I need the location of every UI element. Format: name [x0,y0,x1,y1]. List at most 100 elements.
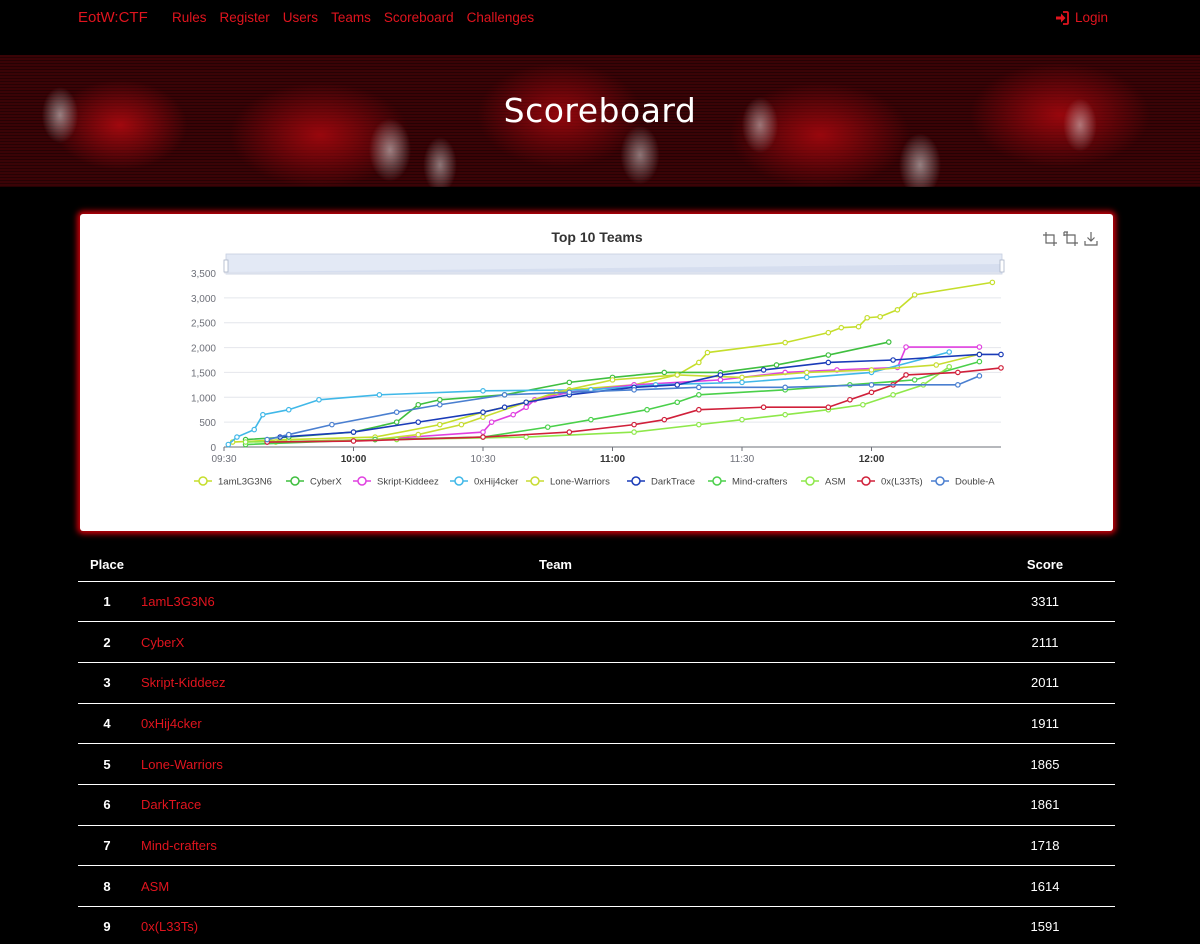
data-point[interactable] [890,357,896,363]
data-point[interactable] [782,384,788,391]
data-point[interactable] [674,399,681,406]
series-1amL3G3N6[interactable] [229,279,996,445]
data-point[interactable] [566,389,573,396]
data-point[interactable] [661,416,668,423]
data-point[interactable] [739,379,745,386]
data-point[interactable] [393,409,400,416]
data-point[interactable] [976,344,983,350]
data-point[interactable] [739,374,745,381]
data-point[interactable] [903,344,909,350]
data-point[interactable] [890,392,896,398]
team-link[interactable]: CyberX [136,635,184,650]
data-point[interactable] [760,367,767,373]
data-point[interactable] [316,396,322,403]
data-point[interactable] [437,401,443,408]
data-point[interactable] [588,416,594,423]
data-point[interactable] [480,409,486,416]
legend-item[interactable]: Lone-Warriors [526,476,610,488]
data-point[interactable] [847,396,853,403]
data-point[interactable] [868,382,875,388]
data-point[interactable] [976,358,983,365]
data-point[interactable] [480,434,486,440]
data-point[interactable] [717,377,724,383]
data-point[interactable] [234,434,240,440]
legend-item[interactable]: Mind-crafters [708,476,788,488]
data-point[interactable] [696,384,702,391]
nav-link-challenges[interactable]: Challenges [467,10,535,25]
data-point[interactable] [864,314,870,321]
team-link[interactable]: 0xHij4cker [136,716,202,731]
data-point[interactable] [329,421,335,428]
data-point[interactable] [251,426,258,433]
data-point[interactable] [825,329,832,336]
login-link[interactable]: Login [1055,10,1108,25]
team-link[interactable]: Lone-Warriors [136,757,223,772]
data-point[interactable] [631,387,637,393]
data-point[interactable] [631,429,637,435]
team-link[interactable]: ASM [136,879,169,894]
data-point[interactable] [976,373,983,379]
data-point[interactable] [877,313,883,320]
data-point[interactable] [523,404,529,411]
legend-item[interactable]: Skript-Kiddeez [353,476,439,488]
data-point[interactable] [285,431,292,438]
data-point[interactable] [674,372,681,378]
data-point[interactable] [544,424,551,430]
data-point[interactable] [350,438,357,444]
data-point[interactable] [911,377,918,383]
data-point[interactable] [393,419,400,425]
team-link[interactable]: Mind-crafters [136,838,217,853]
data-point[interactable] [885,339,892,345]
series-Double-A[interactable] [264,373,983,443]
data-point[interactable] [415,431,422,438]
data-point[interactable] [437,396,443,403]
data-point[interactable] [661,369,668,376]
data-point[interactable] [760,404,767,411]
data-point[interactable] [825,359,832,366]
data-point[interactable] [696,421,702,428]
data-point[interactable] [825,352,832,358]
data-point[interactable] [782,411,788,418]
data-point[interactable] [946,349,953,355]
data-point[interactable] [480,429,486,435]
data-point[interactable] [989,279,996,286]
data-point[interactable] [903,372,909,378]
zoom-icon[interactable] [1043,232,1057,246]
data-point[interactable] [674,382,681,388]
data-point[interactable] [838,324,845,331]
zoom-reset-icon[interactable] [1063,231,1078,246]
data-point[interactable] [696,392,702,398]
data-point[interactable] [631,421,637,428]
legend-item[interactable]: DarkTrace [627,476,695,488]
data-point[interactable] [523,399,529,406]
data-point[interactable] [696,406,702,413]
nav-link-register[interactable]: Register [220,10,270,25]
data-point[interactable] [458,421,465,428]
series-Lone-Warriors[interactable] [273,351,983,445]
data-point[interactable] [773,362,780,368]
data-point[interactable] [350,429,357,435]
nav-link-rules[interactable]: Rules [172,10,207,25]
nav-link-scoreboard[interactable]: Scoreboard [384,10,454,25]
data-point[interactable] [376,392,383,398]
data-point[interactable] [260,411,266,418]
legend-item[interactable]: Double-A [931,476,995,488]
data-zoom-slider[interactable] [223,253,1005,275]
data-point[interactable] [415,401,422,408]
nav-link-teams[interactable]: Teams [331,10,371,25]
data-point[interactable] [933,362,940,368]
data-point[interactable] [803,369,810,376]
data-point[interactable] [437,421,443,428]
data-point[interactable] [225,441,232,448]
data-point[interactable] [480,388,486,394]
data-point[interactable] [911,292,918,298]
data-point[interactable] [998,351,1004,358]
data-point[interactable] [704,349,711,356]
team-link[interactable]: 0x(L33Ts) [136,919,198,934]
data-point[interactable] [609,377,616,383]
data-point[interactable] [868,389,875,396]
legend-item[interactable]: 1amL3G3N6 [194,476,272,488]
data-point[interactable] [415,419,422,425]
legend-item[interactable]: CyberX [286,476,342,488]
data-point[interactable] [782,339,788,346]
